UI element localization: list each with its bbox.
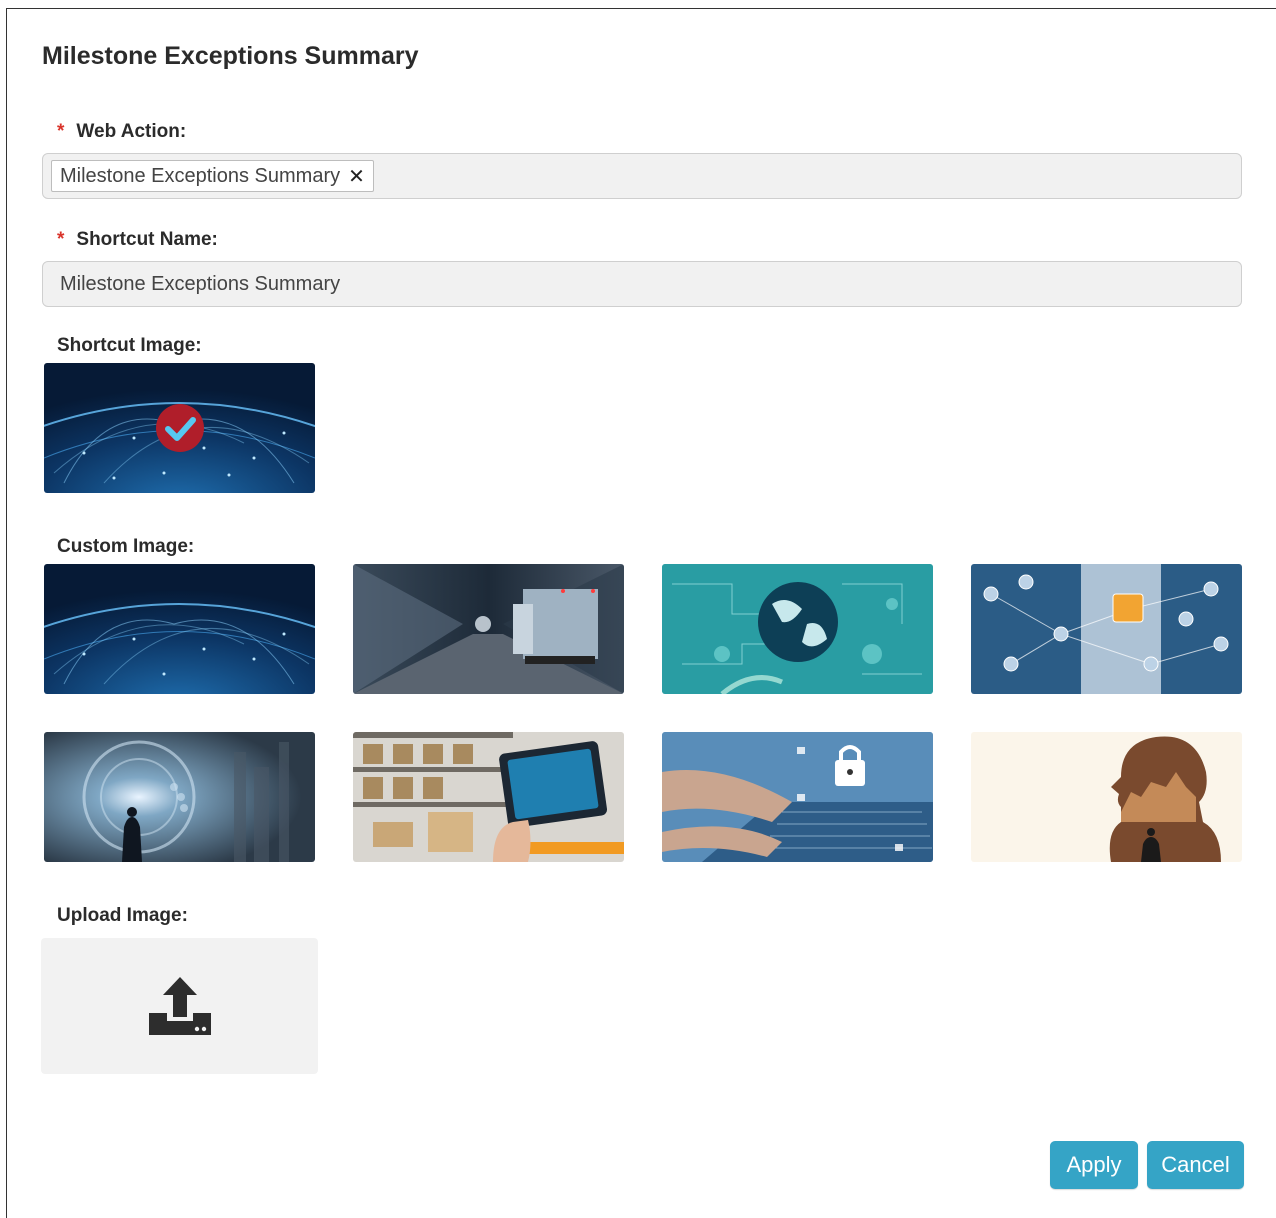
shortcut-image-label: Shortcut Image: [57,335,202,356]
truck-tunnel-image [353,564,624,694]
check-badge-icon [156,404,204,452]
web-action-chip-label: Milestone Exceptions Summary [60,164,341,187]
laptop-locks-image [662,732,933,862]
web-action-select[interactable]: Milestone Exceptions Summary ✕ [42,153,1242,199]
shortcut-name-input[interactable] [43,262,1241,306]
custom-image-truck-tunnel[interactable] [353,564,624,694]
web-action-chip: Milestone Exceptions Summary ✕ [51,160,374,192]
custom-image-label: Custom Image: [57,536,195,557]
custom-image-warehouse-tablet[interactable] [353,732,624,862]
network-icons-person-image [971,564,1242,694]
cancel-button[interactable]: Cancel [1147,1141,1244,1189]
custom-image-laptop-locks[interactable] [662,732,933,862]
globe-network-image [44,564,315,694]
custom-image-earth-circuit[interactable] [662,564,933,694]
upload-image-label: Upload Image: [57,905,188,926]
remove-chip-icon[interactable]: ✕ [348,164,365,189]
apply-button[interactable]: Apply [1050,1141,1138,1189]
man-vortex-image [44,732,315,862]
shortcut-name-label-text: Shortcut Name: [76,229,218,250]
globe-network-image [44,363,315,493]
shortcut-image-preview [44,363,315,493]
shortcut-name-label: * Shortcut Name: [57,229,218,251]
custom-image-man-vortex[interactable] [44,732,315,862]
custom-image-silhouette-city[interactable] [971,732,1242,862]
required-marker: * [57,121,65,142]
earth-circuit-image [662,564,933,694]
upload-icon [148,977,211,1035]
silhouette-city-image [971,732,1242,862]
shortcut-dialog: Milestone Exceptions Summary * Web Action… [6,8,1276,1218]
required-marker: * [57,229,65,250]
warehouse-tablet-image [353,732,624,862]
upload-image-dropzone[interactable] [41,938,318,1074]
custom-image-network-icons-person[interactable] [971,564,1242,694]
web-action-label: * Web Action: [57,121,186,143]
shortcut-name-field-wrapper [42,261,1242,307]
web-action-label-text: Web Action: [76,121,187,142]
custom-image-globe-network[interactable] [44,564,315,694]
dialog-title: Milestone Exceptions Summary [42,42,419,70]
